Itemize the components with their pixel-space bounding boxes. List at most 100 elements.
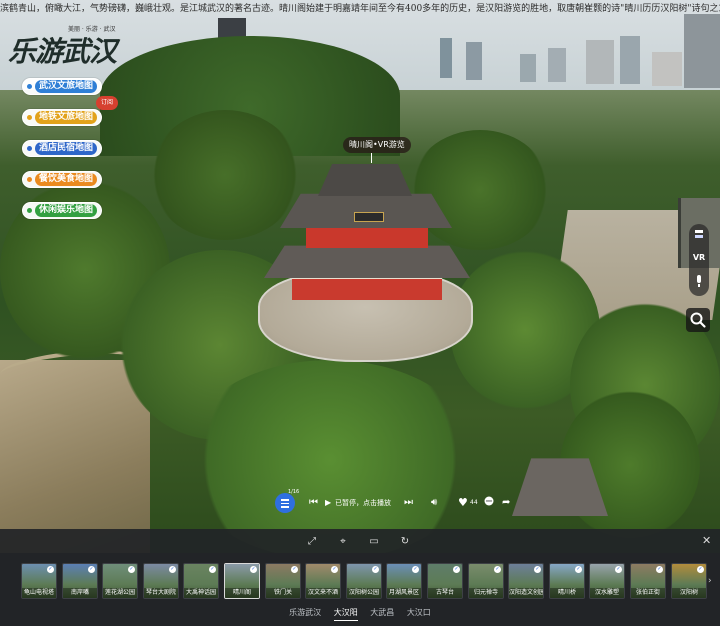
- check-icon: ✓: [169, 566, 176, 573]
- scene-thumbnail[interactable]: ✓ 古琴台: [427, 563, 463, 599]
- bullet-icon: [27, 84, 32, 89]
- pavilion-plaque: [354, 212, 384, 222]
- map-button-label: 休闲娱乐地图: [35, 204, 98, 217]
- thumbnail-caption: 月湖风景区: [387, 588, 421, 598]
- share-icon[interactable]: ➦: [502, 496, 510, 510]
- vr-mode-button[interactable]: VR: [691, 250, 707, 266]
- qingchuan-pavilion[interactable]: [258, 150, 488, 362]
- check-icon: ✓: [615, 566, 622, 573]
- map-button-food[interactable]: 餐饮美食地图: [22, 171, 102, 188]
- search-button[interactable]: [686, 308, 710, 332]
- scene-thumbnail[interactable]: ✓ 汉文来不酒: [305, 563, 341, 599]
- map-button-label: 餐饮美食地图: [35, 173, 98, 186]
- thumbnail-caption: 南岸嘴: [63, 588, 97, 598]
- scene-thumbnail[interactable]: ✓ 龟山电视塔: [21, 563, 57, 599]
- thumbnail-caption: 汉水雕塑: [590, 588, 624, 598]
- scene-thumbnail[interactable]: ✓ 汉阳造文创园: [508, 563, 544, 599]
- bullet-icon: [27, 177, 32, 182]
- scene-thumbnail[interactable]: ✓ 南岸嘴: [62, 563, 98, 599]
- thumbnail-caption: 晴川桥: [550, 588, 584, 598]
- close-icon[interactable]: ✕: [702, 535, 711, 547]
- thumbnail-caption: 汉阳树: [672, 588, 706, 598]
- map-button-label: 武汉文旅地图: [35, 80, 98, 93]
- pavilion-roof: [318, 164, 412, 196]
- check-icon: ✓: [534, 566, 541, 573]
- audio-guide-icon[interactable]: [691, 274, 707, 290]
- scene-thumbnail[interactable]: ✓ 大禹神话园: [183, 563, 219, 599]
- map-buttons: 武汉文旅地图 地铁文旅地图 酒店民宿地图 餐饮美食地图 休闲娱乐地图: [22, 78, 102, 233]
- map-button-leisure[interactable]: 休闲娱乐地图: [22, 202, 102, 219]
- rotate-icon[interactable]: ↻: [399, 536, 411, 548]
- player-status: 已暂停，点击播放: [335, 499, 391, 507]
- like-icon[interactable]: ♥: [458, 496, 468, 510]
- scene-thumbnail[interactable]: ✓ 月湖风景区: [386, 563, 422, 599]
- scene-thumbnail-strip: ✓ 龟山电视塔 ✓ 南岸嘴 ✓ 莲花湖公园 ✓ 琴台大剧院 ✓ 大禹神话园 ✓ 晴川阁 ✓ 铁门关 ✓ 汉文来…: [21, 563, 707, 599]
- logo-title: 乐游武汉: [8, 35, 117, 68]
- check-icon: ✓: [250, 566, 257, 573]
- bullet-icon: [27, 115, 32, 120]
- app-logo[interactable]: 乐游武汉 美丽 · 乐游 · 武汉: [8, 20, 126, 68]
- right-toolbar: VR: [689, 224, 709, 296]
- fullscreen-icon[interactable]: ⤢: [306, 536, 318, 548]
- pavilion-wall: [292, 276, 442, 300]
- scene-thumbnail[interactable]: ✓ 汉水雕塑: [589, 563, 625, 599]
- hotspot-pin: [371, 153, 372, 163]
- scene-thumbnail[interactable]: ✓ 晴川桥: [549, 563, 585, 599]
- scene-description-marquee: 滨鹤青山，俯瞰大江，气势磅礴，巍峨壮观。是江城武汉的著名古迹。晴川阁始建于明嘉靖…: [0, 4, 720, 14]
- map-button-hotel[interactable]: 酒店民宿地图: [22, 140, 102, 157]
- play-icon[interactable]: ▶: [325, 496, 331, 510]
- map-button-label: 酒店民宿地图: [35, 142, 98, 155]
- thumbnail-caption: 铁门关: [266, 588, 300, 598]
- thumbnail-caption: 归元禅寺: [469, 588, 503, 598]
- chevron-right-icon[interactable]: ›: [708, 576, 712, 586]
- tab-category[interactable]: 乐游武汉: [289, 606, 321, 620]
- thumbnail-caption: 莲花湖公园: [103, 588, 137, 598]
- thumbnail-caption: 张伯正街: [631, 588, 665, 598]
- scene-thumbnail[interactable]: ✓ 铁门关: [265, 563, 301, 599]
- skyline-tower: [440, 38, 452, 78]
- thumbnail-caption: 汉阳造文创园: [509, 588, 543, 598]
- tab-category-active[interactable]: 大汉阳: [333, 606, 358, 621]
- bullet-icon: [27, 208, 32, 213]
- map-button-metro[interactable]: 地铁文旅地图: [22, 109, 102, 126]
- layers-icon[interactable]: [691, 228, 707, 244]
- vr-glasses-icon[interactable]: ▭: [368, 536, 380, 548]
- check-icon: ✓: [412, 566, 419, 573]
- thumbnail-caption: 龟山电视塔: [22, 588, 56, 598]
- tab-category[interactable]: 大汉口: [407, 606, 431, 620]
- scene-thumbnail[interactable]: ✓ 莲花湖公园: [102, 563, 138, 599]
- view-toolbar: ⤢ ⌖ ▭ ↻ ✕: [0, 529, 720, 555]
- tab-category[interactable]: 大武昌: [370, 606, 394, 620]
- thumbnail-caption: 汉阳树公园: [347, 588, 381, 598]
- scene-thumbnail[interactable]: ✓ 归元禅寺: [468, 563, 504, 599]
- gyroscope-icon[interactable]: ⌖: [337, 536, 349, 548]
- scene-thumbnail[interactable]: ✓ 琴台大剧院: [143, 563, 179, 599]
- previous-icon[interactable]: ⏮: [309, 496, 318, 510]
- comment-icon[interactable]: [484, 496, 494, 511]
- next-icon[interactable]: ⏭: [404, 496, 413, 510]
- check-icon: ✓: [372, 566, 379, 573]
- like-count: 44: [470, 499, 478, 506]
- playlist-button[interactable]: [275, 493, 295, 513]
- check-icon: ✓: [697, 566, 704, 573]
- thumbnail-caption: 晴川阁: [225, 588, 259, 598]
- check-icon: ✓: [47, 566, 54, 573]
- scene-thumbnail[interactable]: ✓ 晴川阁: [224, 563, 260, 599]
- search-icon: [690, 312, 706, 328]
- hotspot-label[interactable]: 晴川阁•VR游览: [343, 137, 411, 153]
- check-icon: ✓: [291, 566, 298, 573]
- subscribe-badge[interactable]: 订阅: [96, 96, 118, 110]
- scene-thumbnail[interactable]: ✓ 汉阳树公园: [346, 563, 382, 599]
- map-button-culture[interactable]: 武汉文旅地图: [22, 78, 102, 95]
- riverbank: [0, 360, 150, 553]
- thumbnail-caption: 琴台大剧院: [144, 588, 178, 598]
- scene-thumbnail[interactable]: ✓ 汉阳树: [671, 563, 707, 599]
- track-counter: 1/16: [288, 489, 300, 495]
- bullet-icon: [27, 146, 32, 151]
- volume-icon[interactable]: 🔊︎: [431, 496, 437, 510]
- category-tabs: 乐游武汉 大汉阳 大武昌 大汉口: [0, 606, 720, 621]
- scene-thumbnail[interactable]: ✓ 张伯正街: [630, 563, 666, 599]
- skyline-tower: [586, 40, 614, 84]
- skyline-tower: [684, 14, 720, 88]
- panorama-view[interactable]: [0, 0, 720, 553]
